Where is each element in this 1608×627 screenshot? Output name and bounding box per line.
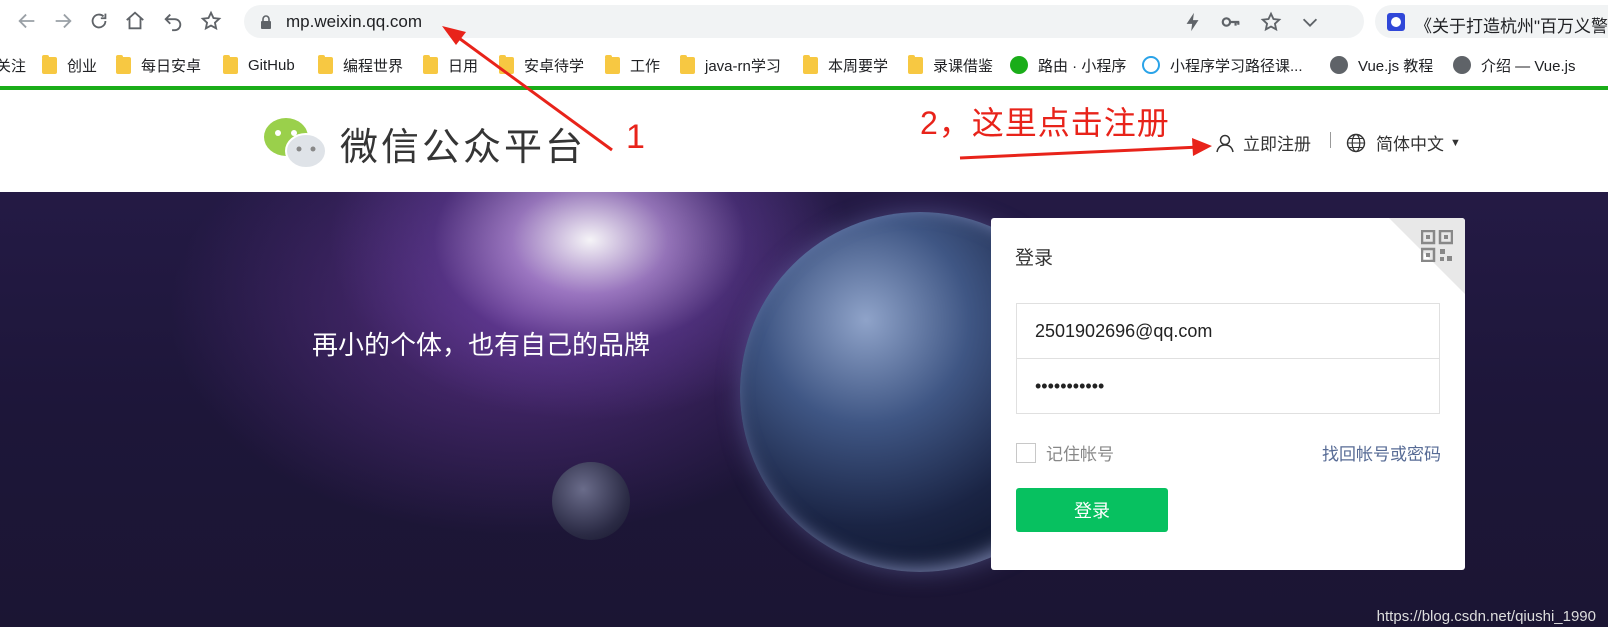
address-bar[interactable]: mp.weixin.qq.com	[244, 5, 1364, 38]
chevron-down-icon[interactable]	[1299, 11, 1321, 33]
folder-icon	[423, 54, 438, 74]
folder-icon	[223, 54, 238, 74]
bookmark-label: 路由 · 小程序	[1038, 57, 1127, 75]
bookmark-label: 创业	[67, 57, 98, 75]
remember-account[interactable]: 记住帐号	[1016, 440, 1114, 465]
folder-icon	[499, 54, 514, 74]
bookmark-label: 小程序学习路径课...	[1170, 57, 1303, 75]
star-icon[interactable]	[1260, 11, 1282, 33]
password-field[interactable]	[1016, 358, 1440, 414]
language-selector[interactable]: 简体中文 ▼	[1346, 130, 1461, 155]
forward-button[interactable]	[48, 6, 78, 36]
folder-icon	[803, 54, 818, 74]
login-panel: 登录 记住帐号 找回帐号或密码 登录	[991, 218, 1465, 570]
annotation-label-2: 2，这里点击注册	[920, 105, 1170, 141]
bookmark-label: java-rn学习	[705, 57, 781, 75]
globe-icon	[1453, 56, 1471, 74]
bookmark-item[interactable]: 录课借鉴	[908, 54, 993, 76]
bookmark-label: 编程世界	[343, 57, 404, 75]
browser-toolbar: mp.weixin.qq.com 《关于打造杭州"百万义警	[0, 0, 1608, 42]
bookmark-item[interactable]: 本周要学	[803, 54, 888, 76]
lock-icon	[261, 15, 271, 29]
wechat-logo-icon[interactable]	[262, 115, 328, 171]
arrow-right-icon	[55, 13, 72, 29]
home-icon	[126, 11, 144, 30]
bookmark-label: 工作	[630, 57, 661, 75]
moon-image	[552, 462, 630, 540]
header-divider	[1330, 132, 1331, 148]
site-header: 微信公众平台 立即注册 简体中文 ▼	[0, 90, 1608, 192]
password-input[interactable]	[1017, 359, 1439, 413]
bookmark-label: Vue.js 教程	[1358, 57, 1434, 75]
home-button[interactable]	[120, 6, 150, 36]
login-title: 登录	[1015, 248, 1054, 269]
undo-button[interactable]	[158, 6, 188, 36]
bookmark-item[interactable]: 关注	[0, 54, 26, 76]
reload-button[interactable]	[84, 6, 114, 36]
language-label: 简体中文	[1376, 135, 1444, 154]
bookmark-label: 本周要学	[828, 57, 889, 75]
arrow-left-icon	[18, 13, 35, 29]
login-button[interactable]: 登录	[1016, 488, 1168, 532]
qr-code-icon[interactable]	[1421, 230, 1453, 262]
bookmark-item[interactable]: 路由 · 小程序	[1010, 54, 1126, 76]
wechat-icon	[1010, 56, 1028, 74]
bookmark-item[interactable]: 工作	[605, 54, 660, 76]
cloud-icon	[1142, 56, 1160, 74]
bookmark-label: 每日安卓	[141, 57, 202, 75]
bookmark-label: 介绍 — Vue.js	[1481, 57, 1576, 75]
reload-icon	[91, 13, 107, 29]
bookmark-label: 关注	[0, 57, 27, 75]
folder-icon	[908, 54, 923, 74]
folder-icon	[116, 54, 131, 74]
bookmark-star-button[interactable]	[196, 6, 226, 36]
bookmark-item[interactable]: 编程世界	[318, 54, 403, 76]
blog-watermark: https://blog.csdn.net/qiushi_1990	[1376, 608, 1596, 625]
user-icon	[1216, 134, 1234, 152]
pinned-tab[interactable]: 《关于打造杭州"百万义警	[1375, 5, 1608, 38]
bookmark-item[interactable]: 创业	[42, 54, 97, 76]
folder-icon	[42, 54, 57, 74]
banner-slogan: 再小的个体，也有自己的品牌	[312, 330, 651, 360]
undo-icon	[164, 13, 182, 32]
bookmark-label: 录课借鉴	[933, 57, 994, 75]
register-label: 立即注册	[1243, 135, 1311, 154]
baidu-paw-icon	[1387, 13, 1405, 31]
folder-icon	[680, 54, 695, 74]
caret-down-icon: ▼	[1450, 136, 1461, 149]
annotation-label-1: 1	[626, 118, 645, 156]
bookmark-item[interactable]: 安卓待学	[499, 54, 584, 76]
bookmark-item[interactable]: java-rn学习	[680, 54, 781, 76]
site-title[interactable]: 微信公众平台	[340, 116, 586, 171]
bookmark-label: 日用	[448, 57, 479, 75]
back-button[interactable]	[12, 6, 42, 36]
bookmark-item[interactable]: 介绍 — Vue.js	[1453, 54, 1575, 76]
folder-icon	[318, 54, 333, 74]
bookmark-item[interactable]: GitHub	[223, 54, 295, 76]
folder-icon	[605, 54, 620, 74]
bookmark-item[interactable]: 日用	[423, 54, 478, 76]
remember-checkbox[interactable]	[1016, 442, 1036, 463]
bookmark-label: 安卓待学	[524, 57, 585, 75]
bookmarks-bar: 关注 创业 每日安卓 GitHub 编程世界 日用 安卓待学 工作 java-r…	[0, 46, 1608, 84]
bookmark-item[interactable]: Vue.js 教程	[1330, 54, 1433, 76]
globe-icon	[1330, 56, 1348, 74]
account-input[interactable]	[1017, 304, 1439, 358]
globe-icon	[1346, 133, 1366, 152]
forgot-link[interactable]: 找回帐号或密码	[1322, 440, 1441, 465]
bookmark-item[interactable]: 小程序学习路径课...	[1142, 54, 1303, 76]
bookmark-label: GitHub	[248, 56, 295, 74]
bookmark-item[interactable]: 每日安卓	[116, 54, 201, 76]
register-link[interactable]: 立即注册	[1215, 130, 1311, 155]
key-icon[interactable]	[1220, 11, 1242, 33]
account-field[interactable]	[1016, 303, 1440, 359]
pinned-tab-title: 《关于打造杭州"百万义警	[1415, 17, 1608, 36]
star-icon	[200, 10, 222, 31]
url-text: mp.weixin.qq.com	[286, 12, 423, 31]
lightning-icon[interactable]	[1182, 11, 1204, 33]
remember-label: 记住帐号	[1046, 445, 1114, 464]
